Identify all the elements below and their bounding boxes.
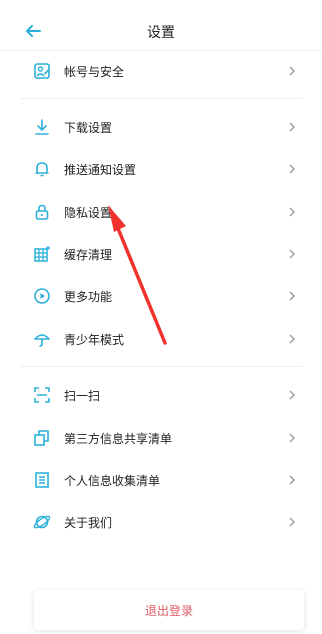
settings-item-personal-info-collection[interactable]: 个人信息收集清单 [0,463,322,497]
settings-item-label: 帐号与安全 [64,64,125,79]
settings-item-label: 个人信息收集清单 [64,473,161,488]
chevron-right-icon [289,291,295,301]
download-icon [35,119,49,135]
chevron-right-icon [289,517,295,527]
settings-item-label: 下载设置 [64,120,113,135]
settings-item-label: 扫一扫 [64,388,101,403]
chevron-right-icon [289,164,295,174]
lock-icon [35,204,49,220]
settings-item-more-features[interactable]: 更多功能 [0,279,322,313]
settings-item-label: 第三方信息共享清单 [64,431,173,446]
settings-item-privacy[interactable]: 隐私设置 [0,195,322,229]
settings-item-cache-cleanup[interactable]: 缓存清理 [0,237,322,271]
chevron-right-icon [289,122,295,132]
settings-item-label: 隐私设置 [64,205,113,220]
divider [20,366,302,367]
chevron-right-icon [289,66,295,76]
settings-item-label: 更多功能 [64,289,113,304]
settings-item-label: 推送通知设置 [64,162,137,177]
scan-icon [34,387,50,403]
settings-item-label: 关于我们 [64,515,113,530]
logout-button[interactable]: 退出登录 [34,590,304,630]
grid-icon [34,246,50,262]
chevron-right-icon [289,334,295,344]
chevron-right-icon [289,390,295,400]
chevron-right-icon [289,475,295,485]
settings-item-scan[interactable]: 扫一扫 [0,378,322,412]
account-security-icon [34,63,50,79]
document-icon [35,472,49,488]
settings-item-account-security[interactable]: 帐号与安全 [0,54,322,88]
copy-icon [34,430,49,446]
planet-icon [33,515,51,529]
play-circle-icon [34,288,50,304]
header: 设置 [0,0,322,51]
umbrella-icon [34,334,50,347]
bell-icon [35,162,49,177]
settings-item-label: 缓存清理 [64,247,113,262]
chevron-right-icon [289,249,295,259]
settings-item-third-party-sharing[interactable]: 第三方信息共享清单 [0,421,322,455]
settings-item-push-notifications[interactable]: 推送通知设置 [0,152,322,186]
divider [20,98,302,99]
chevron-right-icon [289,433,295,443]
settings-item-label: 青少年模式 [64,332,125,347]
chevron-right-icon [289,207,295,217]
settings-item-teen-mode[interactable]: 青少年模式 [0,322,322,356]
settings-item-download[interactable]: 下载设置 [0,110,322,144]
settings-item-about-us[interactable]: 关于我们 [0,505,322,539]
page-title: 设置 [147,25,175,41]
